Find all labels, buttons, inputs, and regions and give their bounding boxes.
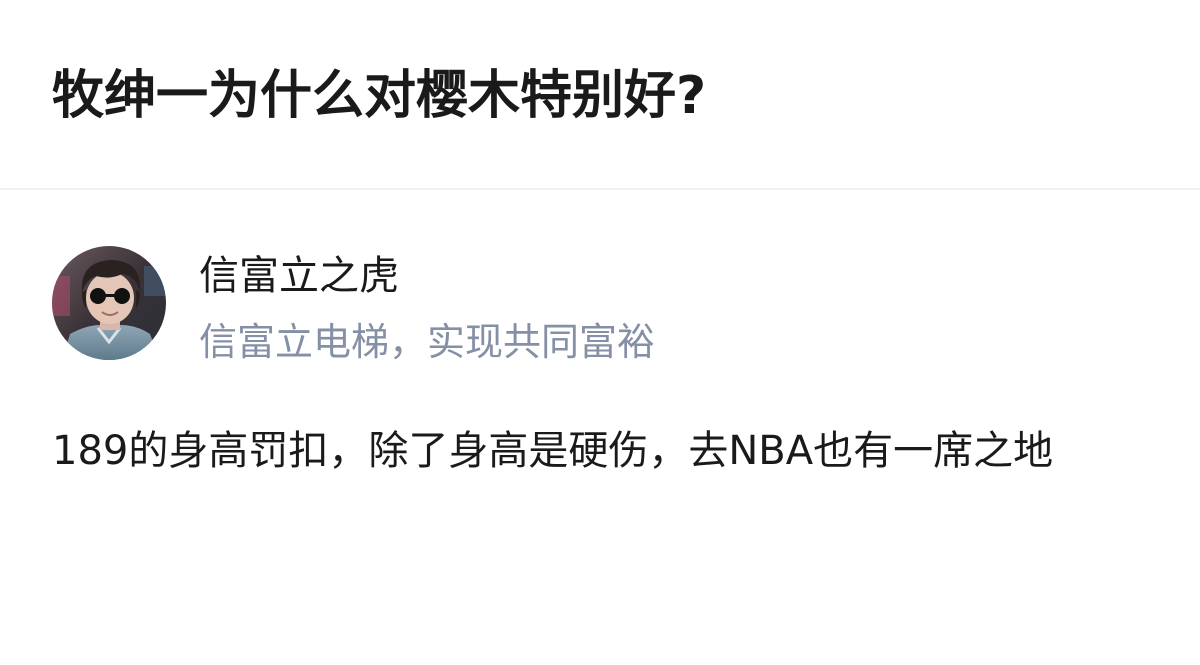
author-name[interactable]: 信富立之虎 <box>199 248 399 304</box>
question-answer-page: 牧绅一为什么对樱木特别好? 信富立之虎 信富立电梯，实现共同富裕 189的身高罚… <box>0 0 1200 665</box>
author-avatar[interactable] <box>52 246 166 360</box>
avatar-photo-icon <box>52 246 166 360</box>
author-headline: 信富立电梯，实现共同富裕 <box>199 320 656 364</box>
section-divider <box>0 188 1200 190</box>
answer-content: 189的身高罚扣，除了身高是硬伤，去NBA也有一席之地 <box>52 428 1054 474</box>
question-title[interactable]: 牧绅一为什么对樱木特别好? <box>52 58 706 134</box>
